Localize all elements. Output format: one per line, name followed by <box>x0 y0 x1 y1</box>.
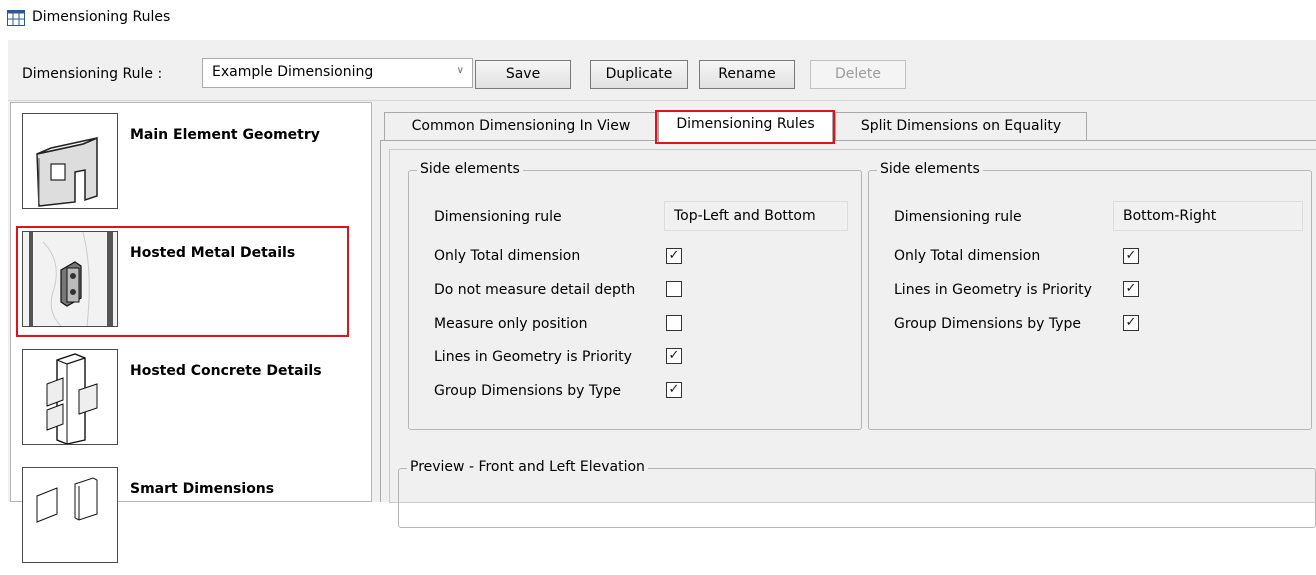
right-side-elements-group: Side elements Dimensioning rule Bottom-R… <box>868 161 1312 430</box>
dialog-window: Dimensioning Rule : Example Dimensioning… <box>8 40 1316 563</box>
do-not-measure-detail-depth-label: Do not measure detail depth <box>434 282 636 298</box>
chevron-down-icon: ∨ <box>456 65 464 76</box>
only-total-dimension-checkbox[interactable]: ✓ <box>666 248 682 264</box>
sidebar-item-label: Hosted Metal Details <box>130 245 296 261</box>
category-list: Main Element Geometry Hosted Metal Detai… <box>10 102 372 563</box>
dimensioning-rules-panel: Side elements Dimensioning rule Top-Left… <box>389 149 1316 528</box>
dimensioning-rule-label: Dimensioning Rule : <box>22 66 163 82</box>
smart-dimensions-icon <box>22 467 118 563</box>
lines-in-geometry-is-priority-label: Lines in Geometry is Priority <box>894 282 1092 298</box>
sidebar-item-label: Main Element Geometry <box>130 127 320 143</box>
measure-only-position-label: Measure only position <box>434 316 588 332</box>
title-bar: Dimensioning Rules <box>0 0 1316 38</box>
group-title: Side elements <box>877 161 983 177</box>
only-total-dimension-checkbox[interactable]: ✓ <box>1123 248 1139 264</box>
only-total-dimension-label: Only Total dimension <box>894 248 1041 264</box>
tab-content: Side elements Dimensioning rule Top-Left… <box>380 140 1316 528</box>
sidebar-item-hosted-metal-details[interactable]: Hosted Metal Details <box>11 221 371 339</box>
preview-group: Preview - Front and Left Elevation <box>398 459 1316 528</box>
sidebar-item-label: Smart Dimensions <box>130 481 275 497</box>
dimensioning-rule-label: Dimensioning rule <box>894 209 1022 225</box>
rename-button[interactable]: Rename <box>699 60 795 89</box>
duplicate-button[interactable]: Duplicate <box>590 60 688 89</box>
lines-in-geometry-is-priority-checkbox[interactable]: ✓ <box>1123 281 1139 297</box>
delete-button[interactable]: Delete <box>810 60 906 89</box>
do-not-measure-detail-depth-checkbox[interactable] <box>666 281 682 297</box>
sidebar-item-main-element-geometry[interactable]: Main Element Geometry <box>11 103 371 221</box>
lines-in-geometry-is-priority-label: Lines in Geometry is Priority <box>434 349 632 365</box>
sidebar-item-label: Hosted Concrete Details <box>130 363 322 379</box>
dimensioning-rules-icon <box>7 10 25 26</box>
group-dimensions-by-type-checkbox[interactable]: ✓ <box>1123 315 1139 331</box>
sidebar-item-hosted-concrete-details[interactable]: Hosted Concrete Details <box>11 339 371 457</box>
hosted-concrete-details-icon <box>22 349 118 445</box>
group-dimensions-by-type-label: Group Dimensions by Type <box>434 383 622 399</box>
preview-title: Preview - Front and Left Elevation <box>407 459 648 475</box>
save-button[interactable]: Save <box>475 60 571 89</box>
group-dimensions-by-type-label: Group Dimensions by Type <box>894 316 1082 332</box>
dimensioning-rule-select-value: Example Dimensioning <box>212 64 374 80</box>
tab-split-dimensions-on-equality[interactable]: Split Dimensions on Equality <box>835 112 1087 140</box>
group-title: Side elements <box>417 161 523 177</box>
toolbar-divider <box>8 100 1316 101</box>
main-element-geometry-icon <box>22 113 118 209</box>
group-dimensions-by-type-checkbox[interactable]: ✓ <box>666 382 682 398</box>
dimensioning-rule-select[interactable]: Example Dimensioning ∨ <box>202 58 473 88</box>
sidebar-item-smart-dimensions[interactable]: Smart Dimensions <box>11 457 371 575</box>
lines-in-geometry-is-priority-checkbox[interactable]: ✓ <box>666 348 682 364</box>
dimensioning-rule-value[interactable]: Bottom-Right <box>1113 201 1303 231</box>
hosted-metal-details-icon <box>22 231 118 327</box>
window-title: Dimensioning Rules <box>32 9 171 25</box>
tab-dimensioning-rules[interactable]: Dimensioning Rules <box>658 110 833 142</box>
tab-container: Common Dimensioning In View Dimensioning… <box>380 110 1316 528</box>
tab-common-dimensioning-in-view[interactable]: Common Dimensioning In View <box>384 112 658 140</box>
left-side-elements-group: Side elements Dimensioning rule Top-Left… <box>408 161 862 430</box>
measure-only-position-checkbox[interactable] <box>666 315 682 331</box>
only-total-dimension-label: Only Total dimension <box>434 248 581 264</box>
dimensioning-rule-label: Dimensioning rule <box>434 209 562 225</box>
dimensioning-rule-value[interactable]: Top-Left and Bottom <box>664 201 848 231</box>
